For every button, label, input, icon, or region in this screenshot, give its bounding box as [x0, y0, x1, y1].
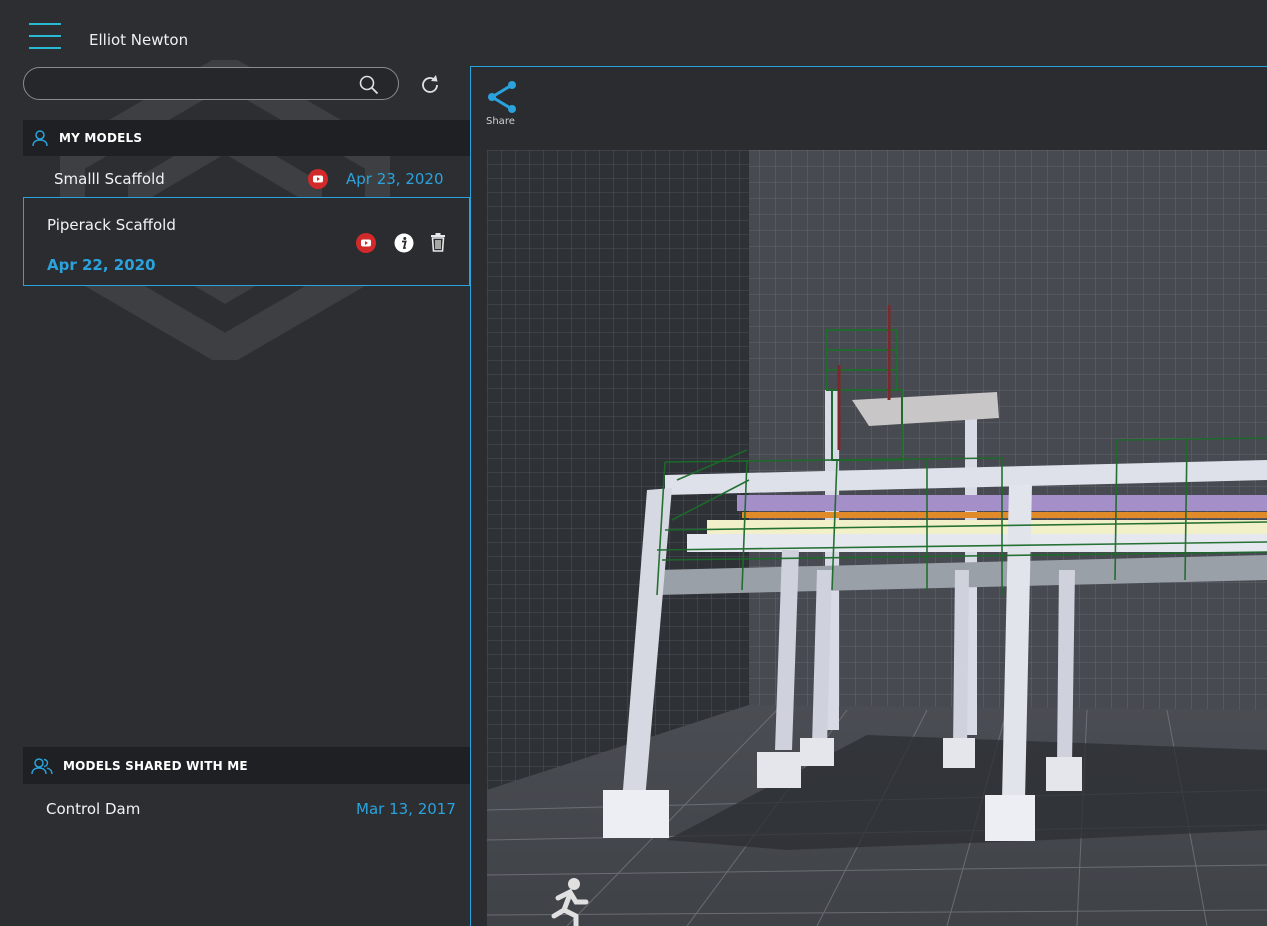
- list-item-selected[interactable]: Piperack Scaffold Apr 22, 2020: [23, 197, 470, 286]
- model-name: Control Dam: [46, 800, 141, 818]
- info-icon[interactable]: [394, 233, 414, 253]
- menu-icon[interactable]: [29, 23, 61, 49]
- share-icon: [488, 81, 516, 113]
- my-models-header: MY MODELS: [23, 120, 470, 156]
- users-icon: [31, 757, 53, 774]
- search-box: [23, 67, 399, 100]
- 3d-scene: [487, 150, 1267, 926]
- 3d-viewport[interactable]: [487, 150, 1267, 926]
- list-item[interactable]: Smalll Scaffold Apr 23, 2020: [23, 160, 470, 198]
- list-item[interactable]: Control Dam Mar 13, 2017: [23, 790, 470, 826]
- model-date: Mar 13, 2017: [356, 800, 456, 818]
- youtube-icon[interactable]: [355, 232, 377, 254]
- model-name: Smalll Scaffold: [54, 170, 165, 188]
- model-date: Apr 23, 2020: [346, 170, 444, 188]
- model-name: Piperack Scaffold: [47, 216, 176, 234]
- refresh-icon[interactable]: [418, 73, 442, 97]
- share-label: Share: [486, 116, 515, 127]
- youtube-icon[interactable]: [307, 168, 329, 190]
- shared-models-title: MODELS SHARED WITH ME: [63, 758, 248, 773]
- search-input[interactable]: [38, 73, 352, 97]
- my-models-title: MY MODELS: [59, 131, 143, 145]
- walk-icon[interactable]: [536, 876, 596, 926]
- user-icon: [32, 130, 48, 147]
- shared-models-header: MODELS SHARED WITH ME: [23, 747, 470, 784]
- share-button[interactable]: Share: [486, 80, 526, 132]
- trash-icon[interactable]: [428, 232, 448, 252]
- model-date: Apr 22, 2020: [47, 256, 156, 274]
- search-icon[interactable]: [358, 74, 380, 96]
- user-name: Elliot Newton: [89, 31, 189, 49]
